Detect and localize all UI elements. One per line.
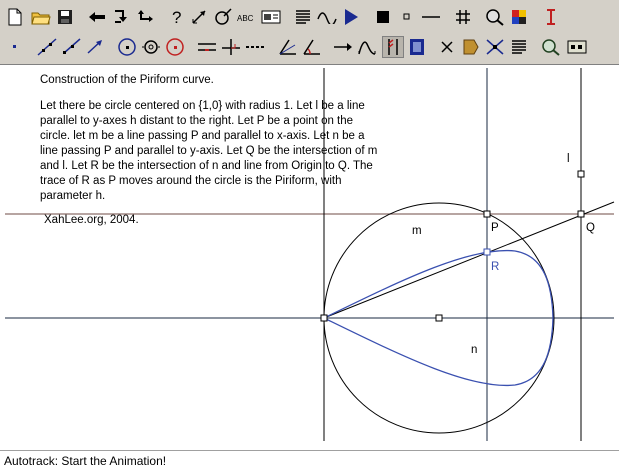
color-icon[interactable] (508, 6, 530, 28)
point-q[interactable] (577, 210, 585, 218)
line-segment-icon[interactable] (420, 6, 442, 28)
label-m: m (412, 225, 422, 237)
redo-alt-icon[interactable] (134, 6, 156, 28)
redo-icon[interactable] (110, 6, 132, 28)
circle-center-point[interactable] (435, 314, 443, 322)
construction-canvas[interactable]: Construction of the Piriform curve. Let … (0, 66, 619, 449)
zoom-fit-icon[interactable] (540, 36, 562, 58)
label-p: P (491, 222, 499, 234)
angle-icon[interactable] (300, 36, 322, 58)
text-lines-icon[interactable] (292, 6, 314, 28)
film-icon[interactable] (406, 36, 428, 58)
status-text: Autotrack: Start the Animation! (4, 454, 167, 468)
description-line: circle. let m be a line passing P and pa… (40, 130, 365, 142)
svg-text:ABC: ABC (237, 14, 254, 23)
description-line: trace of R as P moves around the circle … (40, 175, 341, 187)
description-line: parameter h. (40, 190, 105, 202)
angle-bisector-icon[interactable] (276, 36, 298, 58)
circle-center-icon[interactable] (140, 36, 162, 58)
label-q: Q (586, 222, 595, 234)
toolbar-row-1: ? ABC (0, 2, 619, 32)
perpendicular-icon[interactable] (220, 36, 242, 58)
label-r: R (491, 261, 499, 273)
line-origin-to-q[interactable] (323, 201, 615, 319)
line-l-handle[interactable] (577, 170, 585, 178)
description-line: parallel to y-axes h distant to the righ… (40, 115, 353, 127)
small-square-icon[interactable] (396, 6, 418, 28)
point-icon[interactable] (4, 36, 26, 58)
status-bar: Autotrack: Start the Animation! (0, 450, 619, 472)
zoom-icon[interactable] (484, 6, 506, 28)
description-line: and l. Let R be the intersection of n an… (40, 160, 373, 172)
toolbar: ? ABC (0, 0, 619, 65)
help-icon[interactable]: ? (166, 6, 188, 28)
play-icon[interactable] (340, 6, 362, 28)
circle-icon[interactable] (116, 36, 138, 58)
circle-point-icon[interactable] (164, 36, 186, 58)
dashed-icon[interactable] (244, 36, 266, 58)
filled-square-icon[interactable] (372, 6, 394, 28)
cross-icon[interactable] (436, 36, 458, 58)
edit-arrow-icon[interactable] (188, 6, 210, 28)
point-p[interactable] (483, 210, 491, 218)
arrow-both-icon[interactable] (332, 36, 354, 58)
svg-text:?: ? (172, 8, 181, 26)
origin-point[interactable] (320, 314, 328, 322)
function-icon[interactable] (356, 36, 378, 58)
text-abc-icon[interactable]: ABC (236, 6, 258, 28)
list-icon[interactable] (508, 36, 530, 58)
macro-icon[interactable] (566, 36, 588, 58)
vector-icon[interactable] (84, 36, 106, 58)
save-icon[interactable] (54, 6, 76, 28)
animate-icon[interactable] (382, 36, 404, 58)
ray-icon[interactable] (60, 36, 82, 58)
rotate-icon[interactable] (212, 6, 234, 28)
description-title: Construction of the Piriform curve. (40, 74, 214, 86)
label-n: n (471, 344, 477, 356)
toolbar-row-2 (0, 32, 619, 62)
pentagon-icon[interactable] (460, 36, 482, 58)
point-r[interactable] (483, 248, 491, 256)
grid-icon[interactable] (452, 6, 474, 28)
open-folder-icon[interactable] (30, 6, 52, 28)
image-icon[interactable] (260, 6, 282, 28)
geometry-drawing: Construction of the Piriform curve. Let … (5, 68, 615, 441)
line-icon[interactable] (36, 36, 58, 58)
undo-icon[interactable] (86, 6, 108, 28)
text-cursor-icon[interactable] (540, 6, 562, 28)
label-l: l (567, 153, 570, 165)
credit-text: XahLee.org, 2004. (44, 214, 139, 226)
wave-icon[interactable] (316, 6, 338, 28)
intersect-icon[interactable] (484, 36, 506, 58)
parallel-icon[interactable] (196, 36, 218, 58)
description-line: line passing P and parallel to y-axis. L… (40, 145, 377, 157)
new-file-icon[interactable] (4, 6, 26, 28)
description-line: Let there be circle centered on {1,0} wi… (40, 100, 365, 112)
